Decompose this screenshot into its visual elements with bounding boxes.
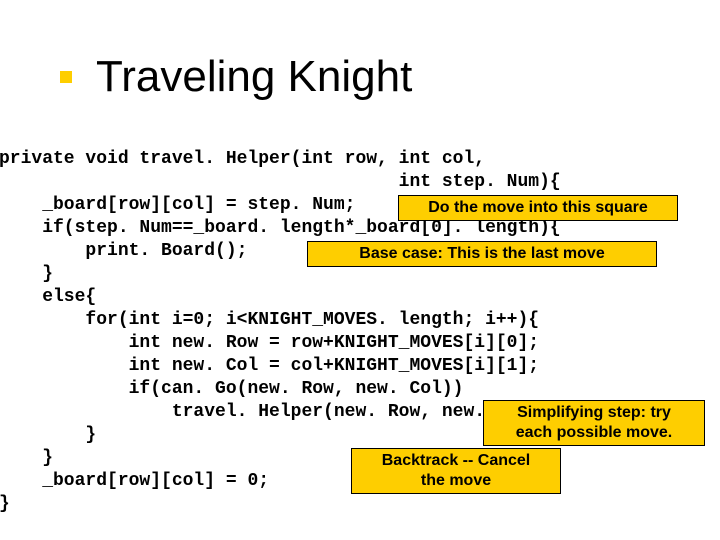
- code-line: print. Board();: [0, 241, 247, 261]
- code-line: int step. Num){: [0, 172, 561, 192]
- code-line: else{: [0, 287, 96, 307]
- annotation-text: each possible move.: [516, 424, 673, 441]
- annotation-simplify: Simplifying step: try each possible move…: [483, 400, 705, 446]
- code-line: if(can. Go(new. Row, new. Col)): [0, 379, 463, 399]
- code-line: int new. Col = col+KNIGHT_MOVES[i][1];: [0, 356, 539, 376]
- annotation-backtrack: Backtrack -- Cancel the move: [351, 448, 561, 494]
- slide: Traveling Knight private void travel. He…: [0, 0, 720, 540]
- annotation-text: Backtrack -- Cancel: [382, 452, 531, 469]
- bullet-icon: [60, 71, 72, 83]
- code-line: if(step. Num==_board. length*_board[0]. …: [0, 218, 561, 238]
- annotation-do-move: Do the move into this square: [398, 195, 678, 221]
- code-line: private void travel. Helper(int row, int…: [0, 149, 485, 169]
- slide-title-wrap: Traveling Knight: [60, 52, 412, 102]
- annotation-text: Do the move into this square: [428, 199, 648, 216]
- code-line: }: [0, 264, 53, 284]
- code-line: _board[row][col] = 0;: [0, 471, 269, 491]
- code-line: for(int i=0; i<KNIGHT_MOVES. length; i++…: [0, 310, 539, 330]
- code-line: }: [0, 494, 10, 514]
- annotation-text: the move: [421, 472, 491, 489]
- annotation-text: Simplifying step: try: [517, 404, 671, 421]
- code-line: _board[row][col] = step. Num;: [0, 195, 355, 215]
- annotation-base-case: Base case: This is the last move: [307, 241, 657, 267]
- code-line: }: [0, 448, 53, 468]
- slide-title: Traveling Knight: [96, 52, 412, 102]
- code-line: int new. Row = row+KNIGHT_MOVES[i][0];: [0, 333, 539, 353]
- annotation-text: Base case: This is the last move: [359, 245, 604, 262]
- code-line: }: [0, 425, 96, 445]
